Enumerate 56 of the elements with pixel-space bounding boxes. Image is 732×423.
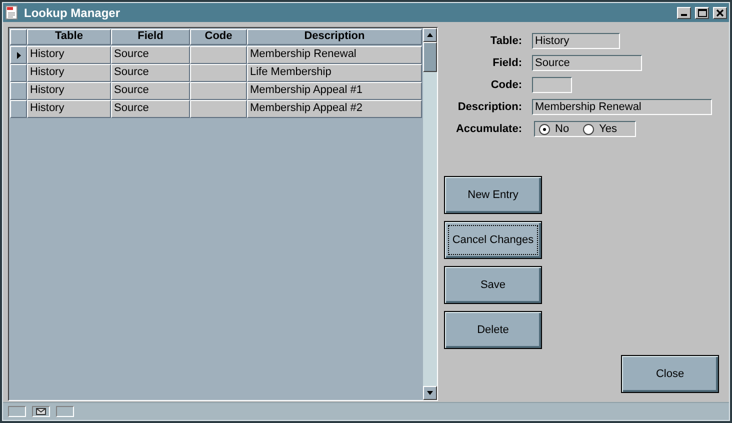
table-cell [190, 64, 247, 82]
status-panel [56, 406, 74, 416]
arrow-up-icon [427, 33, 433, 37]
action-button[interactable]: Save [444, 266, 542, 304]
close-button[interactable]: Close [621, 355, 719, 393]
table-cell: History [27, 82, 111, 100]
minimize-icon [681, 14, 687, 16]
radio-label: No [555, 123, 570, 135]
window-title: Lookup Manager [24, 6, 122, 20]
maximize-icon [698, 8, 706, 16]
app-icon [5, 5, 20, 20]
column-header[interactable]: Field [111, 29, 190, 45]
scroll-up-button[interactable] [423, 28, 437, 42]
field-label: Table: [490, 35, 522, 47]
scrollbar-thumb[interactable] [423, 42, 437, 72]
table-cell: Membership Appeal #1 [247, 82, 422, 100]
table-cell: Source [111, 46, 190, 64]
column-header[interactable]: Table [27, 29, 111, 45]
arrow-down-icon [427, 391, 433, 395]
window-close-button[interactable] [713, 6, 727, 18]
field-label: Accumulate: [456, 123, 522, 135]
status-panel [8, 406, 26, 416]
envelope-icon [36, 408, 46, 414]
field-label: Description: [458, 101, 522, 113]
maximize-button[interactable] [695, 6, 709, 18]
input-field[interactable] [532, 77, 572, 93]
table-cell [190, 100, 247, 118]
table-cell: Source [111, 82, 190, 100]
radio-button[interactable] [539, 124, 550, 134]
table-cell: Source [111, 64, 190, 82]
table-cell [190, 46, 247, 64]
action-button[interactable]: Delete [444, 311, 542, 349]
table-cell: Life Membership [247, 64, 422, 82]
row-pointer-icon [16, 52, 20, 58]
table-cell: Membership Renewal [247, 46, 422, 64]
close-icon [716, 8, 724, 16]
row-selector[interactable] [10, 46, 27, 64]
column-header[interactable]: Code [190, 29, 247, 45]
table-cell: Source [111, 100, 190, 118]
table-cell: History [27, 100, 111, 118]
scroll-down-button[interactable] [423, 386, 437, 400]
table-cell [190, 82, 247, 100]
table-cell: Membership Appeal #2 [247, 100, 422, 118]
field-label: Code: [490, 79, 522, 91]
radio-label: Yes [599, 123, 618, 135]
column-header[interactable]: Description [247, 29, 422, 45]
table-cell: History [27, 46, 111, 64]
action-button[interactable]: Cancel Changes [444, 221, 542, 259]
minimize-button[interactable] [677, 6, 691, 18]
input-field[interactable]: Membership Renewal [532, 99, 712, 115]
input-field[interactable]: Source [532, 55, 642, 71]
input-field[interactable]: History [532, 33, 620, 49]
action-button[interactable]: New Entry [444, 176, 542, 214]
table-cell: History [27, 64, 111, 82]
radio-button[interactable] [583, 124, 594, 134]
field-label: Field: [492, 57, 522, 69]
